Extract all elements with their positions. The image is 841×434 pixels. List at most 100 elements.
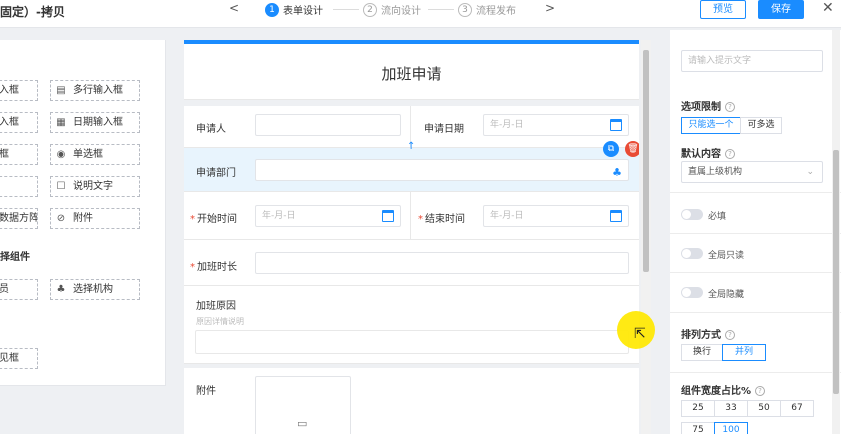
palette-item-table[interactable]: 数据方阵): [0, 208, 38, 229]
palette-item-label: 员: [0, 284, 9, 295]
duration-input[interactable]: [255, 252, 629, 274]
palette-item-select[interactable]: 框: [0, 144, 38, 165]
delete-icon[interactable]: 🗑: [625, 141, 639, 157]
palette-item-select-user[interactable]: 员: [0, 279, 38, 300]
next-arrow-icon[interactable]: >: [545, 1, 555, 15]
palette-item-label: 日期输入框: [73, 117, 123, 128]
toggle-label: 必填: [708, 212, 727, 222]
palette-item-radio[interactable]: ◉ 单选框: [50, 144, 140, 165]
required-mark: *: [190, 214, 195, 225]
palette-item-label: 多行输入框: [73, 85, 123, 96]
palette-item-label: 数据方阵): [0, 213, 38, 224]
divider: [670, 312, 841, 313]
form-row-selected[interactable]: 申请部门 ♣: [184, 148, 639, 192]
calendar-icon: ▦: [56, 117, 66, 128]
form-row[interactable]: 加班原因 原因详情说明: [184, 286, 639, 364]
width-option-25[interactable]: 25: [681, 400, 715, 417]
document-icon: ▤: [56, 85, 66, 96]
form-canvas: 加班申请 申请人 申请日期 年-月-日 申请部门 ♣ ↑ ⧉ 🗑 * 开始时间 年…: [184, 40, 639, 434]
width-option-67[interactable]: 67: [780, 400, 814, 417]
field-label-applicant: 申请人: [196, 124, 226, 135]
move-up-icon[interactable]: ↑: [407, 141, 415, 152]
input-placeholder: 请输入提示文字: [688, 56, 752, 66]
width-option-75[interactable]: 75: [681, 422, 715, 434]
palette-item-attachment[interactable]: ⊘ 附件: [50, 208, 140, 229]
form-row[interactable]: * 加班时长: [184, 240, 639, 286]
page-title: 固定）-拷贝: [0, 5, 65, 19]
help-icon[interactable]: ?: [755, 386, 766, 396]
hidden-toggle[interactable]: [681, 287, 703, 298]
close-icon[interactable]: ✕: [822, 0, 834, 16]
required-toggle[interactable]: [681, 209, 703, 220]
form-title[interactable]: 加班申请: [184, 44, 639, 100]
label-text: 排列方式: [681, 330, 721, 341]
palette-item-opinion[interactable]: 见框: [0, 348, 38, 369]
date-placeholder: 年-月-日: [490, 120, 524, 130]
section-separator: [184, 364, 639, 368]
palette-item-label: 说明文字: [73, 181, 113, 192]
properties-scrollbar-thumb[interactable]: [833, 150, 839, 394]
calendar-icon[interactable]: [382, 210, 394, 222]
width-option-33[interactable]: 33: [714, 400, 748, 417]
layout-inline-button[interactable]: 并列: [722, 344, 766, 361]
palette-item-label: 附件: [73, 213, 93, 224]
help-icon[interactable]: ?: [725, 330, 735, 340]
label-text: 组件宽度占比%: [681, 386, 752, 397]
divider: [670, 372, 841, 373]
start-time-input[interactable]: 年-月-日: [255, 205, 401, 227]
field-label-start-time: * 开始时间: [190, 210, 237, 225]
palette-item-multiline-input[interactable]: ▤ 多行输入框: [50, 80, 140, 101]
divider: [670, 192, 841, 193]
toggle-label: 全局隐藏: [708, 290, 745, 300]
palette-item-single-input[interactable]: 入框: [0, 80, 38, 101]
step-number: 3: [458, 2, 472, 17]
paperclip-icon: ⊘: [56, 213, 66, 224]
layout-wrap-button[interactable]: 换行: [681, 344, 723, 361]
date-placeholder: 年-月-日: [490, 211, 524, 221]
select-value: 直属上级机构: [688, 167, 743, 177]
default-content-select[interactable]: 直属上级机构 ⌄: [681, 161, 823, 183]
option-multi-button[interactable]: 可多选: [740, 117, 782, 134]
help-icon[interactable]: ?: [725, 102, 735, 112]
org-icon: ♣: [56, 284, 66, 295]
step-number: 2: [363, 2, 377, 17]
org-chart-icon[interactable]: ♣: [612, 163, 622, 183]
calendar-icon[interactable]: [610, 210, 622, 222]
top-bar: 固定）-拷贝 < 1 表单设计 2 流向设计 3 流程发布 > 预览 保存 ✕: [0, 0, 841, 28]
canvas-scrollbar-thumb[interactable]: [643, 50, 649, 272]
prev-arrow-icon[interactable]: <: [229, 1, 239, 15]
preview-button[interactable]: 预览: [700, 0, 746, 19]
end-time-input[interactable]: 年-月-日: [483, 205, 629, 227]
palette-item-label: 入框: [0, 117, 19, 128]
placeholder-text-input[interactable]: 请输入提示文字: [681, 50, 823, 72]
radio-icon: ◉: [56, 149, 66, 160]
applicant-input[interactable]: [255, 114, 401, 136]
department-input[interactable]: ♣: [255, 159, 629, 181]
width-option-50[interactable]: 50: [747, 400, 781, 417]
apply-date-input[interactable]: 年-月-日: [483, 114, 629, 136]
option-single-button[interactable]: 只能选一个: [681, 117, 741, 134]
width-option-100[interactable]: 100: [714, 422, 748, 434]
readonly-toggle[interactable]: [681, 248, 703, 259]
palette-item-checkbox[interactable]: [0, 176, 38, 197]
field-label-attachment: 附件: [196, 386, 216, 397]
label-text: 默认内容: [681, 149, 721, 160]
form-row[interactable]: * 开始时间 年-月-日 * 结束时间 年-月-日: [184, 192, 639, 240]
step-label: 表单设计: [283, 6, 323, 17]
calendar-icon[interactable]: [610, 119, 622, 131]
option-limit-label: 选项限制?: [681, 98, 735, 113]
attachment-upload-box[interactable]: ▭: [255, 376, 351, 434]
palette-item-date-input[interactable]: ▦ 日期输入框: [50, 112, 140, 133]
step-flow-publish[interactable]: 3 流程发布: [458, 2, 516, 17]
save-button[interactable]: 保存: [758, 0, 804, 19]
palette-item-number-input[interactable]: 入框: [0, 112, 38, 133]
step-label: 流向设计: [381, 6, 421, 17]
help-icon[interactable]: ?: [725, 149, 735, 159]
step-flow-design[interactable]: 2 流向设计: [363, 2, 421, 17]
copy-icon[interactable]: ⧉: [603, 141, 619, 157]
reason-textarea[interactable]: [195, 330, 629, 354]
palette-item-select-org[interactable]: ♣ 选择机构: [50, 279, 140, 300]
palette-item-description[interactable]: ☐ 说明文字: [50, 176, 140, 197]
step-form-design[interactable]: 1 表单设计: [265, 2, 323, 17]
properties-panel: 请输入提示文字 选项限制? 只能选一个 可多选 默认内容? 直属上级机构 ⌄ 必…: [670, 30, 841, 434]
